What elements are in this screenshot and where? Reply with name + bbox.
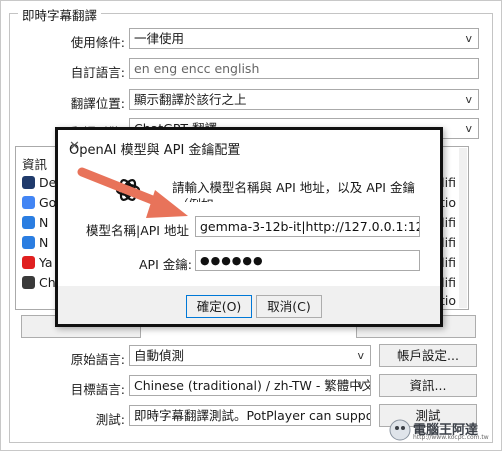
custom-lang-value: en eng encc english (134, 61, 260, 76)
source-lang-value: 自動偵測 (134, 348, 185, 363)
source-lang-label: 原始語言: (70, 352, 125, 367)
openai-icon (22, 276, 35, 289)
chevron-down-icon: v (465, 93, 472, 106)
dialog-titlebar: OpenAI 模型與 API 金鑰配置 ✕ (58, 130, 440, 164)
list-item[interactable]: Ch (22, 275, 56, 290)
usage-label: 使用條件: (70, 35, 125, 50)
yandex-icon (22, 256, 35, 269)
list-item[interactable]: Go (22, 195, 56, 210)
watermark-url: http://www.kocpc.com.tw (413, 434, 489, 441)
account-settings-button[interactable]: 帳戶設定... (379, 344, 477, 367)
api-key-value: ●●●●●● (200, 254, 264, 267)
translator-icon (22, 236, 35, 249)
source-lang-select[interactable]: 自動偵測 v (129, 345, 371, 366)
list-item[interactable]: De (22, 175, 56, 190)
target-lang-label: 目標語言: (70, 382, 125, 397)
cancel-button[interactable]: 取消(C) (256, 295, 322, 318)
model-input[interactable]: gemma-3-12b-it|http://127.0.0.1:1234/v1/ (195, 216, 420, 237)
google-icon (22, 196, 35, 209)
deepl-icon (22, 176, 35, 189)
api-key-input[interactable]: ●●●●●● (195, 250, 420, 271)
usage-value: 一律使用 (134, 31, 185, 46)
list-header: 資訊 (22, 157, 48, 172)
dialog-body: 請輸入模型名稱與 API 地址，以及 API 金鑰 （例如 模型名稱|API 地… (58, 164, 440, 292)
list-scrollbar[interactable] (459, 148, 467, 308)
test-value: 即時字幕翻譯測試。PotPlayer can support ( (134, 408, 371, 423)
api-key-label: API 金鑰: (139, 257, 192, 272)
list-item[interactable]: N (22, 215, 48, 230)
chevron-down-icon: v (465, 32, 472, 45)
chevron-down-icon: v (465, 122, 472, 135)
custom-lang-input[interactable]: en eng encc english (129, 58, 479, 79)
position-label: 翻譯位置: (70, 96, 125, 111)
watermark: 電腦王阿達 http://www.kocpc.com.tw (389, 417, 497, 443)
dialog-info-line2: （例如 (176, 194, 214, 202)
chevron-down-icon: v (357, 349, 364, 362)
position-value: 顯示翻譯於該行之上 (134, 92, 247, 107)
chevron-down-icon: v (357, 379, 364, 392)
position-select[interactable]: 顯示翻譯於該行之上 v (129, 89, 479, 110)
close-icon[interactable]: ✕ (69, 139, 430, 154)
watermark-logo-icon (389, 419, 411, 441)
target-lang-value: Chinese (traditional) / zh-TW - 繁體中文 (134, 378, 371, 393)
ok-button[interactable]: 確定(O) (186, 295, 252, 318)
group-title: 即時字幕翻譯 (18, 5, 102, 24)
list-item[interactable]: N (22, 235, 48, 250)
usage-select[interactable]: 一律使用 v (129, 28, 479, 49)
translator-icon (22, 216, 35, 229)
target-lang-select[interactable]: Chinese (traditional) / zh-TW - 繁體中文 v (129, 375, 371, 396)
model-value: gemma-3-12b-it|http://127.0.0.1:1234/v1/ (200, 219, 419, 234)
openai-icon (115, 179, 141, 201)
custom-lang-label: 自訂語言: (70, 65, 125, 80)
model-label: 模型名稱|API 地址 (86, 223, 189, 238)
info-button[interactable]: 資訊... (379, 374, 477, 397)
dialog-footer: 確定(O) 取消(C) (58, 286, 440, 324)
list-item[interactable]: Ya (22, 255, 53, 270)
test-label: 測試: (95, 412, 125, 427)
openai-config-dialog: OpenAI 模型與 API 金鑰配置 ✕ 請輸入模型名稱與 API 地址，以及… (55, 127, 443, 327)
test-input[interactable]: 即時字幕翻譯測試。PotPlayer can support ( (129, 405, 371, 426)
